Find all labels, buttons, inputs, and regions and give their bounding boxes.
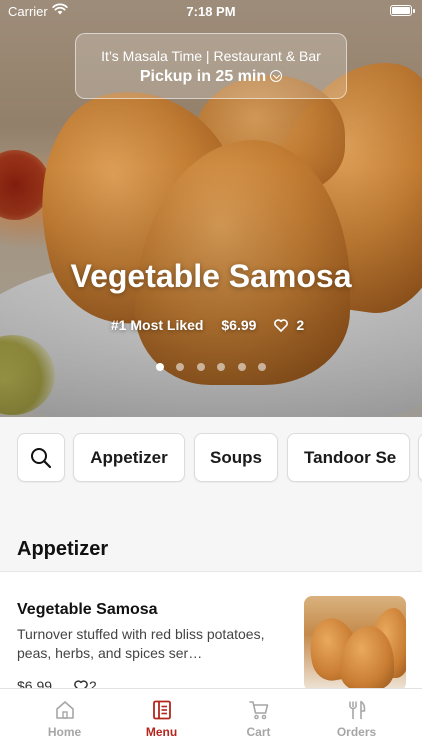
- carousel-dot[interactable]: [237, 363, 246, 371]
- tab-bar: Home Menu Cart Orders: [0, 688, 422, 750]
- pickup-time: Pickup in 25 min: [76, 68, 346, 86]
- tab-home[interactable]: Home: [12, 689, 117, 750]
- category-chip-appetizer[interactable]: Appetizer: [73, 433, 185, 482]
- tab-label: Orders: [336, 725, 377, 739]
- item-description: Turnover stuffed with red bliss potatoes…: [17, 626, 265, 661]
- carousel-dot[interactable]: [258, 363, 267, 371]
- clock: 7:18 PM: [186, 4, 236, 19]
- tab-menu[interactable]: Menu: [109, 689, 214, 750]
- tab-label: Menu: [145, 725, 178, 739]
- home-icon: [55, 701, 74, 719]
- menu-item-card[interactable]: Vegetable Samosa Turnover stuffed with r…: [0, 571, 422, 694]
- item-name: Vegetable Samosa: [17, 601, 158, 618]
- chevron-down-icon: [270, 69, 283, 82]
- category-bar[interactable]: Appetizer Soups Tandoor Se: [17, 433, 422, 483]
- carousel-dot[interactable]: [217, 363, 226, 371]
- category-chip-soups[interactable]: Soups: [194, 433, 278, 482]
- fork-knife-icon: [348, 700, 365, 719]
- hero-banner[interactable]: Carrier 7:18 PM It’s Masala Time | Resta…: [0, 0, 422, 417]
- category-chip-tandoor[interactable]: Tandoor Se: [287, 433, 410, 482]
- tab-orders[interactable]: Orders: [304, 689, 409, 750]
- heart-icon: [274, 319, 289, 332]
- cart-icon: [248, 701, 268, 720]
- search-icon: [31, 447, 52, 468]
- search-button[interactable]: [17, 433, 65, 482]
- tab-label: Cart: [246, 725, 271, 739]
- carousel-dots[interactable]: [0, 358, 422, 376]
- status-bar: Carrier 7:18 PM: [0, 0, 422, 22]
- category-chip-next[interactable]: [418, 433, 422, 482]
- featured-price: $6.99: [221, 317, 257, 333]
- featured-dish-title: Vegetable Samosa: [70, 258, 352, 294]
- battery-icon: [390, 5, 415, 16]
- tab-label: Home: [47, 725, 82, 739]
- featured-dish-meta: #1 Most Liked $6.99 2: [0, 317, 422, 333]
- restaurant-pickup-selector[interactable]: It’s Masala Time | Restaurant & Bar Pick…: [75, 33, 347, 99]
- item-image[interactable]: [304, 596, 406, 691]
- section-title: Appetizer: [17, 538, 109, 560]
- carousel-dot[interactable]: [155, 363, 164, 371]
- featured-likes: 2: [274, 317, 311, 333]
- tab-cart[interactable]: Cart: [206, 689, 311, 750]
- restaurant-name: It’s Masala Time | Restaurant & Bar: [101, 48, 321, 64]
- carousel-dot[interactable]: [176, 363, 185, 371]
- featured-badge: #1 Most Liked: [110, 317, 204, 333]
- menu-icon: [152, 700, 171, 720]
- carousel-dot[interactable]: [196, 363, 205, 371]
